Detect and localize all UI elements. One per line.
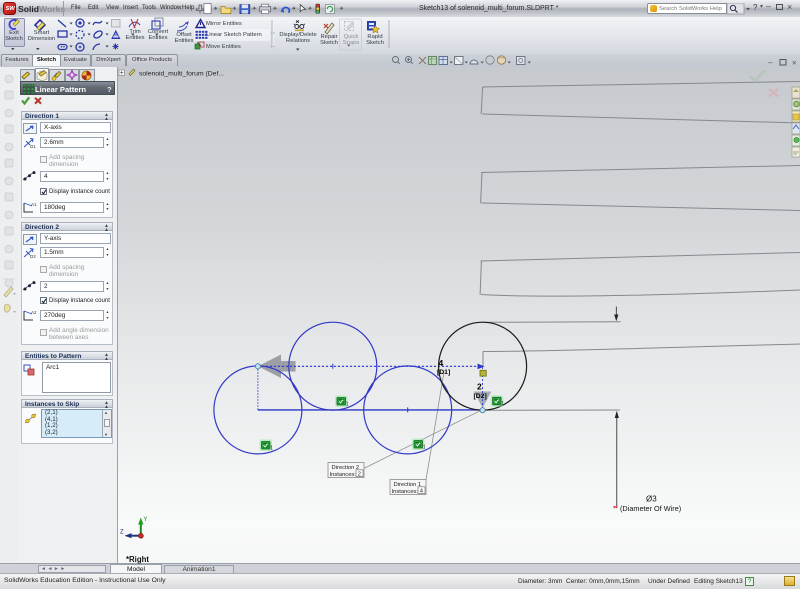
svg-text:1: 1 [501,401,504,407]
svg-text:2: 2 [477,382,482,392]
svg-text:1: 1 [423,444,426,450]
svg-text:Direction 1: Direction 1 [394,482,422,488]
svg-text:[D1]: [D1] [437,369,450,376]
svg-text:[D2]: [D2] [474,393,487,400]
svg-text:Direction 2: Direction 2 [332,465,360,471]
svg-text:2: 2 [358,471,361,477]
svg-text:Instances:: Instances: [392,489,419,495]
svg-text:–: – [768,58,773,67]
svg-text:1: 1 [270,445,273,451]
svg-text:(Diameter Of Wire): (Diameter Of Wire) [620,504,681,513]
svg-text:*Right: *Right [126,555,149,564]
svg-text:Y: Y [144,517,148,523]
svg-text:Ø3: Ø3 [646,495,657,504]
svg-text:×: × [792,59,797,68]
svg-text:4: 4 [439,358,444,368]
svg-text:solenoid_multi_forum (Def...: solenoid_multi_forum (Def... [139,71,224,78]
svg-text:1: 1 [346,401,349,407]
svg-text:Z: Z [120,530,124,536]
svg-text:Instances:: Instances: [330,472,357,478]
